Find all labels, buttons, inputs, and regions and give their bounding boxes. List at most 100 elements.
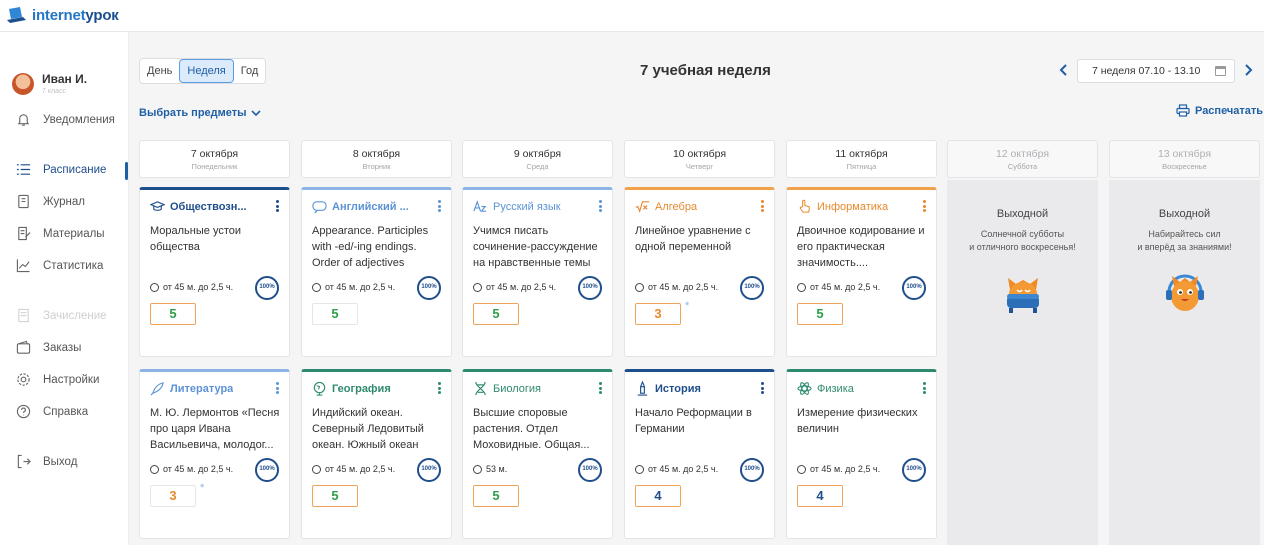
next-week-button[interactable] bbox=[1244, 63, 1253, 79]
lesson-topic[interactable]: Двоичное кодирование и его практическая … bbox=[797, 223, 930, 271]
lesson-subject: Информатика bbox=[797, 199, 888, 214]
more-options-icon[interactable] bbox=[276, 382, 279, 396]
chevron-right-icon bbox=[1245, 64, 1253, 76]
lesson-subject: Русский язык bbox=[473, 199, 561, 214]
view-year-button[interactable]: Год bbox=[234, 59, 266, 83]
lesson-card[interactable]: Физика Измерение физических величин от 4… bbox=[786, 369, 937, 539]
grade-badge[interactable]: 4 bbox=[797, 485, 843, 507]
main-content: День Неделя Год 7 учебная неделя 7 недел… bbox=[129, 32, 1264, 545]
more-options-icon[interactable] bbox=[761, 200, 764, 214]
print-button[interactable]: Распечатать bbox=[1176, 104, 1263, 117]
avatar[interactable] bbox=[12, 72, 34, 95]
sidebar-item-orders[interactable]: Заказы bbox=[16, 340, 81, 355]
view-day-button[interactable]: День bbox=[140, 59, 179, 83]
sidebar-item-notifications[interactable]: Уведомления bbox=[16, 112, 115, 127]
day-weekday: Четверг bbox=[685, 162, 714, 171]
brand-logo[interactable]: internetурок bbox=[6, 6, 119, 24]
week-picker[interactable]: 7 неделя 07.10 - 13.10 bbox=[1077, 59, 1235, 83]
day-off-title: Выходной bbox=[1158, 208, 1211, 220]
progress-ring: 100% bbox=[902, 458, 926, 482]
lesson-card[interactable]: Литература М. Ю. Лермонтов «Песня про ца… bbox=[139, 369, 290, 539]
lesson-subject: Физика bbox=[797, 381, 854, 396]
sidebar-item-schedule[interactable]: Расписание bbox=[16, 162, 106, 177]
stopwatch-icon bbox=[312, 464, 321, 474]
square-root-icon bbox=[635, 201, 650, 213]
more-options-icon[interactable] bbox=[599, 382, 602, 396]
help-icon bbox=[16, 404, 31, 419]
day-header: 8 октября Вторник bbox=[301, 140, 452, 178]
sidebar-item-settings[interactable]: Настройки bbox=[16, 372, 99, 387]
lesson-topic[interactable]: Измерение физических величин bbox=[797, 405, 930, 453]
atom-icon bbox=[797, 382, 812, 395]
lesson-subject: Английский ... bbox=[312, 199, 409, 214]
lesson-topic[interactable]: Appearance. Participles with -ed/-ing en… bbox=[312, 223, 445, 271]
lesson-topic[interactable]: Начало Реформации в Германии bbox=[635, 405, 768, 453]
user-profile[interactable]: Иван И. 7 класс bbox=[12, 72, 87, 95]
day-header: 13 октября Воскресенье bbox=[1109, 140, 1260, 178]
more-options-icon[interactable] bbox=[599, 200, 602, 214]
lesson-topic[interactable]: Линейное уравнение с одной переменной bbox=[635, 223, 768, 271]
prev-week-button[interactable] bbox=[1059, 63, 1068, 79]
more-options-icon[interactable] bbox=[438, 200, 441, 214]
stopwatch-icon bbox=[312, 282, 321, 292]
journal-icon bbox=[18, 194, 29, 209]
logout-icon bbox=[17, 454, 31, 469]
english-speech-icon bbox=[312, 201, 327, 214]
lesson-topic[interactable]: М. Ю. Лермонтов «Песня про царя Ивана Ва… bbox=[150, 405, 283, 453]
sidebar-item-statistics[interactable]: Статистика bbox=[16, 258, 103, 273]
lesson-subject: География bbox=[312, 381, 391, 396]
grade-badge[interactable]: 3 bbox=[150, 485, 196, 507]
grade-badge[interactable]: 5 bbox=[473, 303, 519, 325]
sidebar-item-label: Выход bbox=[43, 455, 78, 468]
grade-badge[interactable]: 5 bbox=[312, 303, 358, 325]
lesson-card[interactable]: Информатика Двоичное кодирование и его п… bbox=[786, 187, 937, 357]
grade-badge[interactable]: 3 bbox=[635, 303, 681, 325]
progress-ring: 100% bbox=[255, 276, 279, 300]
lesson-card[interactable]: Обществозн... Моральные устои общества о… bbox=[139, 187, 290, 357]
sidebar-item-label: Зачисление bbox=[43, 309, 107, 322]
lesson-card[interactable]: История Начало Реформации в Германии от … bbox=[624, 369, 775, 539]
lesson-topic[interactable]: Моральные устои общества bbox=[150, 223, 283, 271]
progress-ring: 100% bbox=[578, 276, 602, 300]
lesson-card[interactable]: Биология Высшие споровые растения. Отдел… bbox=[462, 369, 613, 539]
hand-pointer-icon bbox=[799, 199, 810, 213]
grade-badge[interactable]: 5 bbox=[797, 303, 843, 325]
calendar-icon[interactable] bbox=[1215, 66, 1226, 76]
more-options-icon[interactable] bbox=[923, 200, 926, 214]
list-icon bbox=[16, 164, 31, 175]
grade-badge[interactable]: 5 bbox=[473, 485, 519, 507]
lesson-card[interactable]: Алгебра Линейное уравнение с одной перем… bbox=[624, 187, 775, 357]
lesson-card[interactable]: География Индийский океан. Северный Ледо… bbox=[301, 369, 452, 539]
lesson-duration: от 45 м. до 2,5 ч. bbox=[797, 464, 880, 474]
day-column-friday: 11 октября Пятница Информатика Двоичное … bbox=[786, 140, 937, 539]
sidebar-item-materials[interactable]: Материалы bbox=[16, 226, 105, 241]
lesson-card[interactable]: Русский язык Учимся писать сочинение-рас… bbox=[462, 187, 613, 357]
view-week-button[interactable]: Неделя bbox=[179, 59, 234, 83]
choose-subjects-dropdown[interactable]: Выбрать предметы bbox=[139, 107, 261, 119]
sidebar-item-help[interactable]: Справка bbox=[16, 404, 88, 419]
day-off-title: Выходной bbox=[996, 208, 1049, 220]
lesson-card[interactable]: Английский ... Appearance. Participles w… bbox=[301, 187, 452, 357]
dna-icon bbox=[475, 381, 486, 396]
sidebar-item-journal[interactable]: Журнал bbox=[16, 194, 85, 209]
lesson-topic[interactable]: Высшие споровые растения. Отдел Моховидн… bbox=[473, 405, 606, 453]
lesson-topic[interactable]: Индийский океан. Северный Ледовитый океа… bbox=[312, 405, 445, 453]
more-options-icon[interactable] bbox=[923, 382, 926, 396]
day-column-saturday: 12 октября Суббота Выходной Солнечной су… bbox=[947, 140, 1098, 545]
progress-ring: 100% bbox=[417, 276, 441, 300]
sidebar: Иван И. 7 класс Уведомления Расписание Ж… bbox=[0, 32, 129, 545]
more-options-icon[interactable] bbox=[438, 382, 441, 396]
grade-badge[interactable]: 5 bbox=[312, 485, 358, 507]
progress-ring: 100% bbox=[255, 458, 279, 482]
grade-badge[interactable]: 4 bbox=[635, 485, 681, 507]
sidebar-item-logout[interactable]: Выход bbox=[16, 454, 77, 469]
sidebar-item-label: Материалы bbox=[43, 227, 105, 240]
sidebar-item-enrollment[interactable]: Зачисление bbox=[16, 308, 107, 323]
grade-badge[interactable]: 5 bbox=[150, 303, 196, 325]
more-options-icon[interactable] bbox=[761, 382, 764, 396]
grade-mark: * bbox=[200, 482, 205, 494]
lesson-topic[interactable]: Учимся писать сочинение-рассуждение на н… bbox=[473, 223, 606, 271]
day-header: 11 октября Пятница bbox=[786, 140, 937, 178]
more-options-icon[interactable] bbox=[276, 200, 279, 214]
laptop-logo-icon bbox=[7, 7, 26, 23]
